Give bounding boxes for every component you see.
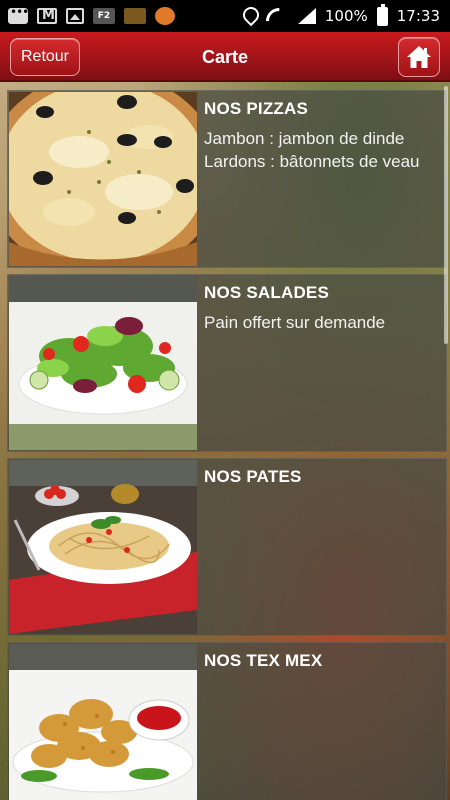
list-item-texmex[interactable]: NOS TEX MEX xyxy=(7,642,447,800)
item-description: Pain offert sur demande xyxy=(204,311,444,334)
item-title: NOS PIZZAS xyxy=(204,99,309,118)
clock: 17:33 xyxy=(396,7,440,25)
signal-icon xyxy=(296,7,316,25)
item-text: NOS PIZZAS Jambon : jambon de dinde Lard… xyxy=(204,91,444,173)
back-button[interactable]: Retour xyxy=(10,38,80,76)
description-line: Lardons : bâtonnets de veau xyxy=(204,152,420,171)
scrollbar[interactable] xyxy=(444,86,448,344)
home-icon xyxy=(407,46,431,68)
menu-list[interactable]: NOS PIZZAS Jambon : jambon de dinde Lard… xyxy=(0,84,450,800)
pasta-photo xyxy=(9,460,197,634)
list-item-salades[interactable]: NOS SALADES Pain offert sur demande xyxy=(7,274,447,452)
list-item-pates[interactable]: NOS PATES xyxy=(7,458,447,636)
item-description: Jambon : jambon de dinde Lardons : bâton… xyxy=(204,127,444,173)
salad-photo xyxy=(9,276,197,450)
list-item-pizzas[interactable]: NOS PIZZAS Jambon : jambon de dinde Lard… xyxy=(7,90,447,268)
item-title: NOS TEX MEX xyxy=(204,651,323,670)
status-bar: F2 100% 17:33 xyxy=(0,0,450,32)
item-text: NOS TEX MEX xyxy=(204,643,444,671)
f2-icon: F2 xyxy=(93,8,115,24)
description-line: Jambon : jambon de dinde xyxy=(204,129,405,148)
wifi-icon xyxy=(265,7,287,25)
notification-icons: F2 xyxy=(8,5,175,25)
battery-icon xyxy=(376,3,388,26)
system-icons: 100% 17:33 xyxy=(242,3,440,26)
message-icon xyxy=(8,5,28,24)
item-text: NOS PATES xyxy=(204,459,444,487)
description-line: Pain offert sur demande xyxy=(204,313,386,332)
home-button[interactable] xyxy=(398,37,440,77)
gmail-icon xyxy=(37,8,57,24)
location-icon xyxy=(242,7,256,25)
gallery-icon xyxy=(66,8,84,24)
pizza-photo xyxy=(9,92,197,266)
item-title: NOS SALADES xyxy=(204,283,329,302)
app-icon xyxy=(155,7,175,25)
item-text: NOS SALADES Pain offert sur demande xyxy=(204,275,444,334)
app-header: Carte Retour xyxy=(0,32,450,82)
texmex-photo xyxy=(9,644,197,800)
item-title: NOS PATES xyxy=(204,467,302,486)
game-icon xyxy=(124,8,146,24)
battery-percent: 100% xyxy=(324,7,368,25)
